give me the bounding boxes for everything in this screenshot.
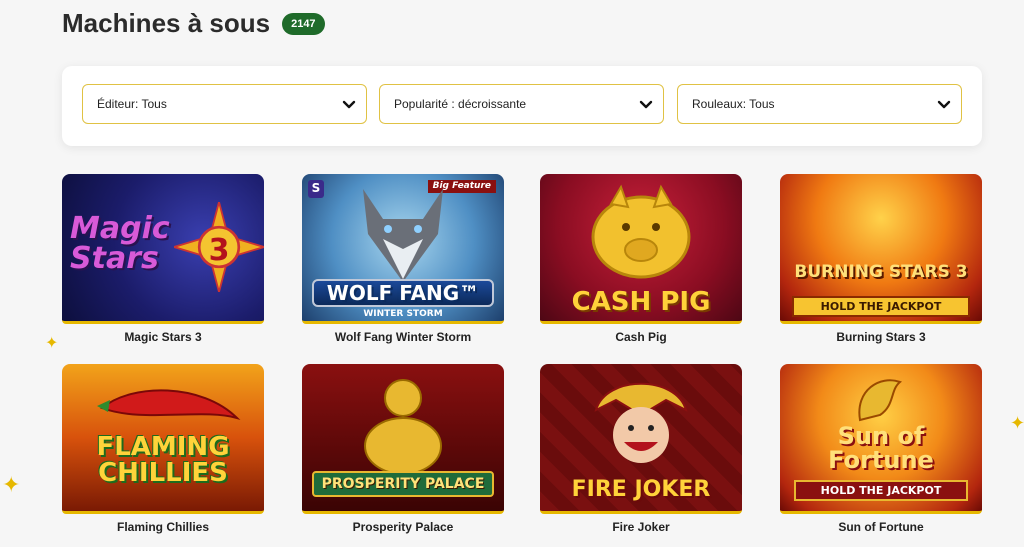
game-art-title: BURNING STARS 3 <box>794 262 968 282</box>
game-thumbnail[interactable]: S Big Feature WOLF FANG™ WINTER STORM <box>302 174 504 324</box>
sparkle-icon: ✦ <box>45 335 59 352</box>
game-name: Flaming Chillies <box>116 520 209 534</box>
game-name: Prosperity Palace <box>352 520 454 534</box>
game-name: Wolf Fang Winter Storm <box>334 330 472 344</box>
game-thumbnail[interactable]: Magic Stars 3 <box>62 174 264 324</box>
filter-label: Éditeur: Tous <box>97 97 167 111</box>
chevron-down-icon <box>639 100 653 109</box>
filter-label: Rouleaux: Tous <box>692 97 775 111</box>
game-art-title: WOLF FANG™ <box>312 279 494 307</box>
game-card-cash-pig[interactable]: CASH PIG Cash Pig <box>540 174 742 344</box>
game-thumbnail[interactable]: FIRE JOKER <box>540 364 742 514</box>
filter-label: Popularité : décroissante <box>394 97 527 111</box>
dragon-icon <box>858 379 903 422</box>
game-name: Cash Pig <box>615 330 667 344</box>
game-art-title: CASH PIG <box>571 287 711 317</box>
chevron-down-icon <box>937 100 951 109</box>
filter-panel: Éditeur: Tous Popularité : décroissante … <box>62 66 982 146</box>
provider-logo: S <box>308 180 324 198</box>
piggy-bank-icon <box>591 184 691 279</box>
game-card-prosperity-palace[interactable]: PROSPERITY PALACE Prosperity Palace <box>302 364 504 534</box>
page-header: Machines à sous 2147 <box>62 8 325 39</box>
game-art-subtitle: WINTER STORM <box>363 309 443 319</box>
game-card-burning-stars-3[interactable]: BURNING STARS 3 HOLD THE JACKPOT Burning… <box>780 174 982 344</box>
page-title: Machines à sous <box>62 8 271 38</box>
game-thumbnail[interactable]: PROSPERITY PALACE <box>302 364 504 514</box>
game-art-subtitle: HOLD THE JACKPOT <box>792 296 970 317</box>
chevron-down-icon <box>342 100 356 109</box>
game-card-flaming-chillies[interactable]: FLAMING CHILLIES Flaming Chillies <box>62 364 264 534</box>
game-thumbnail[interactable]: FLAMING CHILLIES <box>62 364 264 514</box>
game-card-wolf-fang-winter-storm[interactable]: S Big Feature WOLF FANG™ WINTER STORM Wo… <box>302 174 504 344</box>
popularity-filter[interactable]: Popularité : décroissante <box>379 84 664 124</box>
game-name: Sun of Fortune <box>838 520 924 534</box>
game-name: Fire Joker <box>612 520 670 534</box>
reels-filter[interactable]: Rouleaux: Tous <box>677 84 962 124</box>
game-count-badge: 2147 <box>282 12 325 35</box>
publisher-filter[interactable]: Éditeur: Tous <box>82 84 367 124</box>
game-card-magic-stars-3[interactable]: Magic Stars 3 Magic Stars 3 <box>62 174 264 344</box>
game-art-title: PROSPERITY PALACE <box>312 471 494 497</box>
game-art-title: FIRE JOKER <box>571 477 711 502</box>
game-thumbnail[interactable]: BURNING STARS 3 HOLD THE JACKPOT <box>780 174 982 324</box>
game-name: Magic Stars 3 <box>124 330 202 344</box>
game-art-number: 3 <box>208 233 230 268</box>
sparkle-icon: ✦ <box>2 472 21 497</box>
game-art-subtitle: HOLD THE JACKPOT <box>794 480 968 501</box>
chili-pepper-icon <box>97 389 241 421</box>
game-card-sun-of-fortune[interactable]: Sun of Fortune HOLD THE JACKPOT Sun of F… <box>780 364 982 534</box>
game-thumbnail[interactable]: Sun of Fortune HOLD THE JACKPOT <box>780 364 982 514</box>
wolf-icon <box>363 189 443 282</box>
joker-face-icon <box>594 382 688 463</box>
game-thumbnail[interactable]: CASH PIG <box>540 174 742 324</box>
buddha-icon <box>364 379 442 475</box>
game-art-title: Magic Stars <box>70 211 170 276</box>
game-art-title: FLAMING CHILLIES <box>96 432 230 488</box>
game-card-fire-joker[interactable]: FIRE JOKER Fire Joker <box>540 364 742 534</box>
sparkle-icon: ✦ <box>1010 413 1024 433</box>
game-name: Burning Stars 3 <box>836 330 926 344</box>
game-art-title: Sun of Fortune <box>828 422 934 474</box>
